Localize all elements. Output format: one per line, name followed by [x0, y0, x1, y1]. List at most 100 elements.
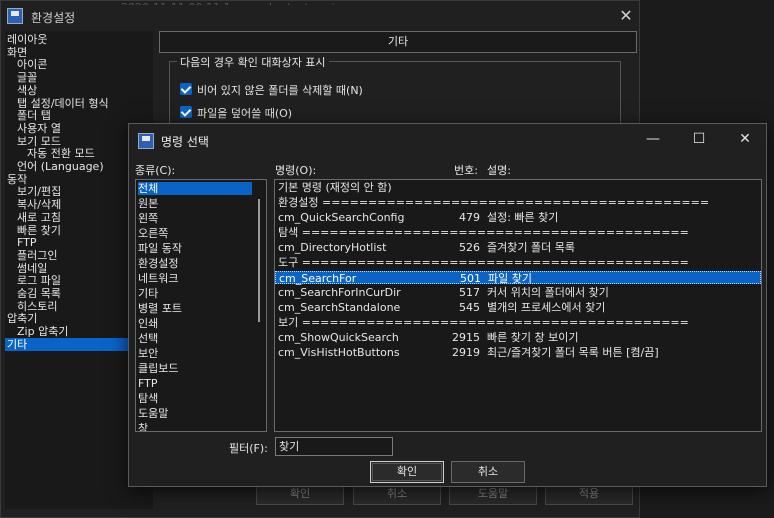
category-item[interactable]: 도움말 [138, 407, 168, 420]
command-name: cm_SearchForInCurDir [278, 286, 401, 299]
command-select-dialog: 명령 선택 — ☐ ✕ 종류(C): 명령(O): 번호: 설명: 전체 원본 왼쪽… [128, 123, 767, 487]
command-row[interactable]: cm_ShowQuickSearch 2915 빠른 찾기 창 보이기 [275, 331, 761, 344]
dialog-ok-button[interactable]: 확인 [370, 461, 444, 483]
command-description: 최근/즐겨찾기 폴더 목록 버튼 [켬/끔] [487, 346, 659, 359]
tree-item[interactable]: 보기/편집 [17, 185, 61, 198]
floppy-icon [7, 8, 23, 24]
close-icon[interactable]: ✕ [731, 129, 759, 149]
dialog-title: 명령 선택 [161, 135, 209, 149]
category-item[interactable]: 클립보드 [138, 362, 178, 375]
tree-item[interactable]: 폴더 탭 [17, 109, 51, 122]
command-row[interactable]: 보기 =====================================… [275, 316, 761, 329]
tree-item[interactable]: 색상 [17, 84, 37, 97]
tree-item[interactable]: 아이콘 [17, 58, 47, 71]
floppy-icon [138, 133, 154, 149]
command-label: 명령(O): [275, 164, 317, 177]
category-item[interactable]: 병렬 포트 [138, 302, 182, 315]
command-name: cm_SearchStandalone [278, 301, 401, 314]
category-item[interactable]: 오른쪽 [138, 227, 168, 240]
command-name: 보기 =====================================… [278, 316, 689, 329]
category-item[interactable]: 환경설정 [138, 257, 178, 270]
command-description: 별개의 프로세스에서 찾기 [487, 301, 606, 314]
filter-input[interactable]: 찾기 [275, 437, 393, 456]
checkbox-delete-nonempty[interactable] [180, 83, 192, 95]
tree-item[interactable]: 글꼴 [17, 71, 37, 84]
tree-item[interactable]: 자동 전환 모드 [27, 147, 95, 160]
number-label: 번호: [454, 164, 478, 177]
command-list[interactable]: 기본 명령 (재정의 안 함) 환경설정 ====================… [274, 179, 762, 432]
tree-item[interactable]: FTP [17, 236, 37, 249]
confirm-group-label: 다음의 경우 확인 대화상자 표시 [177, 54, 329, 70]
tree-item[interactable]: Zip 압축기 [17, 325, 68, 338]
tree-item[interactable]: 복사/삭제 [17, 198, 61, 211]
command-number: 479 [459, 211, 480, 224]
filter-label: 필터(F): [229, 442, 268, 455]
minimize-icon[interactable]: — [639, 129, 667, 149]
category-item[interactable]: 선택 [138, 332, 158, 345]
command-row[interactable]: 탐색 =====================================… [275, 226, 761, 239]
command-name: 탐색 =====================================… [278, 226, 689, 239]
command-number: 526 [459, 241, 480, 254]
command-row[interactable]: 환경설정 ===================================… [275, 196, 761, 209]
tree-item[interactable]: 탭 설정/데이터 형식 [17, 97, 109, 110]
settings-titlebar: 환경설정 ✕ [1, 1, 639, 31]
tree-item[interactable]: 썸네일 [17, 262, 47, 275]
category-item[interactable]: 네트워크 [138, 272, 178, 285]
command-name: cm_ShowQuickSearch [278, 331, 399, 344]
command-name: cm_VisHistHotButtons [278, 346, 400, 359]
category-item[interactable]: 기타 [138, 287, 158, 300]
settings-title: 환경설정 [31, 11, 76, 25]
command-number: 2919 [452, 346, 480, 359]
command-description: 즐겨찾기 폴더 목록 [487, 241, 575, 254]
command-row[interactable]: cm_SearchForInCurDir 517 커서 위치의 폴더에서 찾기 [275, 286, 761, 299]
category-list[interactable]: 전체원본왼쪽오른쪽파일 동작환경설정네트워크기타병렬 포트인쇄선택보안클립보드 F… [135, 179, 267, 432]
category-item[interactable]: 파일 동작 [138, 242, 182, 255]
command-description: 파일 찾기 [488, 272, 532, 285]
close-icon[interactable]: ✕ [615, 6, 637, 26]
command-row[interactable]: cm_VisHistHotButtons 2919 최근/즐겨찾기 폴더 목록 버튼… [275, 346, 761, 359]
category-label: 종류(C): [135, 164, 176, 177]
tree-item[interactable]: 새로 고침 [17, 211, 61, 224]
command-row[interactable]: cm_DirectoryHotlist 526 즐겨찾기 폴더 목록 [275, 241, 761, 254]
tree-item[interactable]: 히스토리 [17, 300, 57, 313]
command-name: cm_DirectoryHotlist [278, 241, 387, 254]
category-item[interactable]: 원본 [138, 197, 158, 210]
command-name: 기본 명령 (재정의 안 함) [278, 181, 392, 194]
tree-item[interactable]: 빠른 찾기 [17, 224, 61, 237]
command-description: 커서 위치의 폴더에서 찾기 [487, 286, 609, 299]
category-item[interactable]: 탐색 [138, 392, 158, 405]
category-item[interactable]: 보안 [138, 347, 158, 360]
category-item[interactable]: 창 [138, 422, 148, 431]
checkbox-overwrite[interactable] [180, 106, 192, 118]
tree-item[interactable]: 언어 (Language) [17, 160, 104, 173]
tree-item[interactable]: 레이아웃 [7, 33, 47, 46]
category-item[interactable]: 왼쪽 [138, 212, 158, 225]
tree-item[interactable]: 화면 [7, 46, 27, 59]
command-name: 환경설정 ===================================… [278, 196, 710, 209]
maximize-icon[interactable]: ☐ [685, 129, 713, 149]
command-name: 도구 =====================================… [278, 256, 689, 269]
command-number: 545 [459, 301, 480, 314]
tree-item[interactable]: 플러그인 [17, 249, 57, 262]
dialog-cancel-button[interactable]: 취소 [451, 461, 525, 483]
command-row[interactable]: cm_SearchFor 501 파일 찾기 [275, 271, 761, 285]
command-row[interactable]: 기본 명령 (재정의 안 함) [275, 181, 761, 194]
category-scrollbar[interactable] [258, 199, 260, 322]
command-row[interactable]: cm_SearchStandalone 545 별개의 프로세스에서 찾기 [275, 301, 761, 314]
command-name: cm_QuickSearchConfig [278, 211, 405, 224]
command-name: cm_SearchFor [279, 272, 357, 285]
tree-item[interactable]: 압축기 [7, 312, 37, 325]
tree-item[interactable]: 보기 모드 [17, 135, 61, 148]
command-number: 501 [460, 272, 481, 285]
category-item[interactable]: FTP [138, 377, 158, 390]
command-number: 517 [459, 286, 480, 299]
tree-item[interactable]: 로그 파일 [17, 274, 61, 287]
tree-item[interactable]: 사용자 열 [17, 122, 61, 135]
command-row[interactable]: 도구 =====================================… [275, 256, 761, 269]
tree-item[interactable]: 숨김 목록 [17, 287, 61, 300]
category-item[interactable]: 전체 [138, 182, 252, 195]
command-description: 빠른 찾기 창 보이기 [487, 331, 579, 344]
command-row[interactable]: cm_QuickSearchConfig 479 설정: 빠른 찾기 [275, 211, 761, 224]
tree-item[interactable]: 동작 [7, 173, 27, 186]
category-item[interactable]: 인쇄 [138, 317, 158, 330]
